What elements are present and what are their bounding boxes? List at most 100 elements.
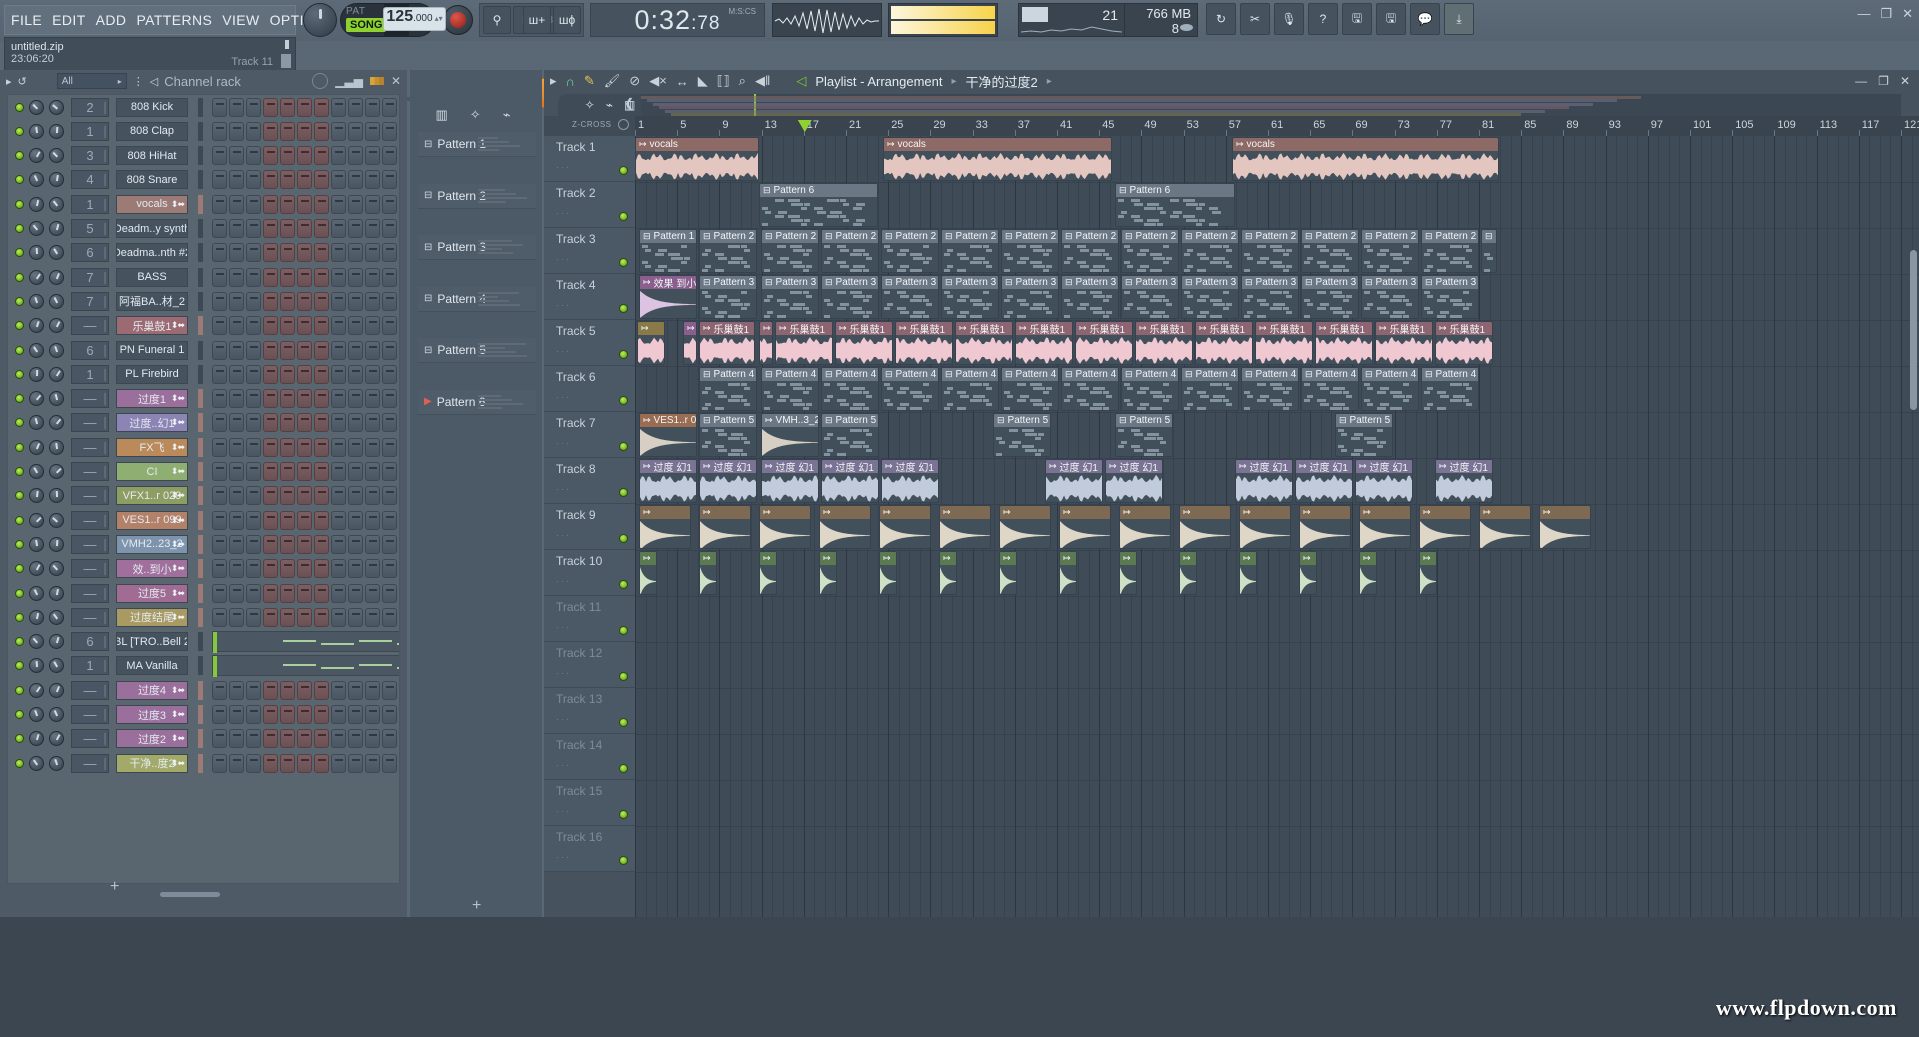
channel-name-button[interactable]: 808 Kick (116, 97, 188, 117)
step-button[interactable] (246, 340, 261, 360)
step-button[interactable] (297, 729, 312, 749)
audio-tab-icon[interactable]: ✧ (470, 107, 481, 123)
step-sequencer[interactable] (212, 534, 399, 554)
pattern-clip[interactable]: ⊟ Pattern 2 (1421, 229, 1479, 273)
clip-header[interactable]: ⊟ Pattern 4 (1362, 368, 1418, 381)
step-button[interactable] (212, 121, 227, 141)
audio-clip[interactable]: ↦ 过度 幻1 (821, 459, 879, 503)
clip-header[interactable]: ⊟ Pattern 3 (1182, 276, 1238, 289)
track-enable-led[interactable] (619, 718, 628, 727)
step-button[interactable] (280, 389, 295, 409)
audio-clip[interactable]: ↦ 乐巢鼓1 (775, 321, 833, 365)
audio-clip[interactable]: ↦ (759, 321, 773, 365)
pattern-clip[interactable]: ⊟ Pattern 2 (1301, 229, 1359, 273)
clip-header[interactable]: ↦ VMH..3_2 (762, 414, 818, 427)
step-button[interactable] (212, 753, 227, 773)
channel-mute-led[interactable] (15, 467, 24, 476)
step-button[interactable] (246, 146, 261, 166)
step-button[interactable] (212, 607, 227, 627)
channel-volume-knob[interactable] (49, 439, 64, 455)
step-button[interactable] (229, 243, 244, 263)
slice-tool-icon[interactable]: ◣ (698, 73, 708, 89)
channel-pan-knob[interactable] (29, 464, 44, 479)
step-button[interactable] (229, 462, 244, 481)
step-button[interactable] (297, 705, 312, 724)
step-button[interactable] (246, 291, 261, 311)
step-button[interactable] (365, 437, 380, 457)
step-button[interactable] (382, 389, 397, 409)
clip-header[interactable]: ⊟ Pattern 2 (1362, 230, 1418, 243)
channel-row[interactable]: 1 808 Clap (8, 119, 399, 143)
pattern-clip[interactable]: ⊟ Pattern 4 (1361, 367, 1419, 411)
audio-clip[interactable]: ↦ (639, 551, 657, 595)
zcross-knob[interactable] (618, 119, 629, 130)
channel-row[interactable]: — 过度5 ⬍⬌ (8, 581, 399, 605)
step-button[interactable] (331, 243, 346, 263)
channel-pan-knob[interactable] (29, 366, 44, 382)
microphone-icon[interactable]: 🎙 (1274, 3, 1304, 35)
channel-pan-knob[interactable] (29, 293, 44, 309)
menu-item-patterns[interactable]: PATTERNS (136, 12, 212, 28)
audio-clip[interactable]: ↦ (1299, 551, 1317, 595)
clip-header[interactable]: ↦ (700, 552, 716, 565)
track-enable-led[interactable] (619, 856, 628, 865)
audio-clip[interactable]: ↦ (939, 505, 991, 549)
audio-clip[interactable]: ↦ (699, 551, 717, 595)
track-header[interactable]: Track 1 ··· (544, 136, 635, 182)
pattern-clip[interactable]: ⊟ Pattern 6 (1115, 183, 1235, 227)
clip-header[interactable]: ⊟ Pattern 2 (1242, 230, 1298, 243)
step-button[interactable] (280, 583, 295, 603)
step-button[interactable] (399, 365, 400, 384)
save-icon[interactable]: 🖫 (1342, 3, 1372, 35)
channel-name-button[interactable]: 阿福BA..材_2 (116, 291, 188, 311)
step-button[interactable] (212, 97, 227, 117)
refresh-icon[interactable]: ↻ (1206, 3, 1236, 35)
step-button[interactable] (229, 364, 244, 384)
channel-row[interactable]: 7 阿福BA..材_2 (8, 289, 399, 313)
channel-row[interactable]: — 过度2 ⬍⬌ (8, 727, 399, 751)
pattern-clip[interactable]: ⊟ Pattern 4 (1061, 367, 1119, 411)
clip-header[interactable]: ↦ 效果 到小 (640, 276, 696, 290)
step-button[interactable] (263, 559, 278, 579)
step-button[interactable] (246, 194, 261, 214)
step-button[interactable] (314, 219, 329, 238)
step-button[interactable] (331, 194, 346, 214)
audio-clip[interactable]: ↦ 过度 幻1 (881, 459, 939, 503)
step-sequencer[interactable] (212, 219, 399, 238)
step-button[interactable] (399, 316, 400, 335)
clip-header[interactable]: ⊟ Pattern 4 (822, 368, 878, 381)
step-button[interactable] (331, 267, 346, 287)
track-enable-led[interactable] (619, 672, 628, 681)
track-header[interactable]: Track 9 ··· (544, 504, 635, 550)
step-button[interactable] (229, 534, 244, 554)
channel-volume-knob[interactable] (49, 391, 64, 407)
pattern-clip[interactable]: ⊟ Pattern 5 (993, 413, 1051, 457)
clip-header[interactable]: ↦ (1240, 552, 1256, 565)
channel-mute-led[interactable] (15, 199, 24, 209)
step-button[interactable] (280, 510, 295, 530)
audio-clip[interactable]: ↦ (1479, 505, 1531, 549)
step-sequencer[interactable] (212, 97, 399, 117)
audio-clip[interactable]: ↦ (1359, 505, 1411, 549)
channel-mute-led[interactable] (15, 345, 24, 355)
channel-mixer-number[interactable]: — (71, 583, 109, 603)
step-button[interactable] (212, 729, 227, 749)
channel-volume-knob[interactable] (49, 221, 64, 236)
maximize-button[interactable]: ❐ (1880, 6, 1892, 22)
clip-header[interactable]: ⊟ Pattern 4 (1422, 368, 1478, 381)
step-button[interactable] (348, 753, 363, 773)
step-button[interactable] (229, 267, 244, 287)
channel-name-button[interactable]: BASS (116, 267, 188, 287)
clip-header[interactable]: ↦ (880, 506, 930, 519)
clip-header[interactable]: ↦ 乐巢鼓1 (1316, 322, 1372, 336)
channel-mixer-number[interactable]: — (71, 510, 109, 530)
channel-mixer-number[interactable]: — (71, 729, 109, 749)
clip-header[interactable]: ↦ (940, 506, 990, 519)
channel-row[interactable]: 3 808 HiHat (8, 144, 399, 168)
track-header[interactable]: Track 4 ··· (544, 274, 635, 320)
step-button[interactable] (348, 170, 363, 190)
channel-mute-led[interactable] (15, 612, 24, 622)
step-button[interactable] (382, 559, 397, 579)
undo-icon[interactable]: ↺ (18, 75, 27, 88)
step-button[interactable] (399, 195, 400, 214)
